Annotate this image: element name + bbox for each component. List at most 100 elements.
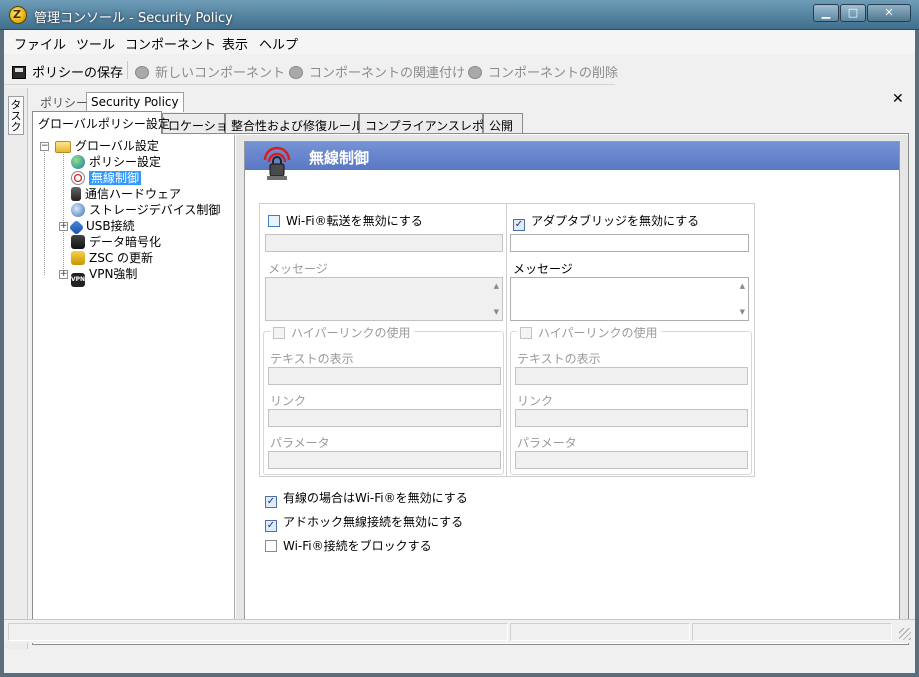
wifi-transfer-message-field[interactable]: ▲ ▼ xyxy=(265,277,503,321)
main-pane: − グローバル設定 ポリシー設定 無線制御 通信ハードウェア ストレージデバイス… xyxy=(32,133,909,645)
disable-wifi-transfer-checkbox[interactable]: Wi-Fi®転送を無効にする xyxy=(268,212,423,229)
use-hyperlink-checkbox[interactable]: ハイパーリンクの使用 xyxy=(270,324,414,341)
disable-adhoc-checkbox[interactable]: ✓ アドホック無線接続を無効にする xyxy=(265,513,463,532)
tree-guide xyxy=(63,151,64,275)
checkbox-icon xyxy=(273,327,285,339)
minimize-button[interactable]: ▁ xyxy=(813,4,839,22)
message-label: メッセージ xyxy=(268,262,328,276)
vpn-icon: VPN xyxy=(71,273,85,287)
save-policy-button[interactable]: ポリシーの保存 xyxy=(12,62,123,81)
adapter-bridge-group: ✓ アダプタブリッジを無効にする メッセージ ▲ ▼ ハイパーリンクの使用 テキス… xyxy=(506,203,755,477)
update-icon xyxy=(71,251,85,265)
wireless-icon xyxy=(71,171,85,185)
tree-item-policy-settings[interactable]: ポリシー設定 xyxy=(71,154,161,170)
tree-guide xyxy=(44,147,45,275)
menu-bar: ファイル ツール コンポーネント 表示 ヘルプ xyxy=(4,30,915,54)
scroll-down-icon[interactable]: ▼ xyxy=(494,308,499,316)
tree-root-label: グローバル設定 xyxy=(75,139,159,153)
tree-item-zsc-update[interactable]: ZSC の更新 xyxy=(71,250,153,266)
display-text-field[interactable] xyxy=(515,367,748,385)
status-cell xyxy=(510,623,690,641)
checkbox-icon xyxy=(268,215,280,227)
policy-tab[interactable]: ポリシー Security Policy xyxy=(32,90,184,112)
link-label: リンク xyxy=(270,394,307,408)
tree-item-hardware[interactable]: 通信ハードウェア xyxy=(71,186,181,202)
save-icon xyxy=(12,66,26,79)
tree-item-storage[interactable]: ストレージデバイス制御 xyxy=(71,202,220,218)
expand-icon[interactable]: + xyxy=(59,270,68,279)
delete-component-icon xyxy=(468,66,482,79)
checkbox-icon: ✓ xyxy=(265,496,277,508)
wifi-transfer-title-field[interactable] xyxy=(265,234,503,252)
menu-tools[interactable]: ツール xyxy=(76,34,115,53)
hyperlink-group: ハイパーリンクの使用 テキストの表示 リンク パラメータ xyxy=(510,324,752,475)
checkbox-icon xyxy=(265,540,277,552)
associate-icon xyxy=(289,66,303,79)
task-panel: タスク xyxy=(4,88,28,649)
settings-panel: 無線制御 Wi-Fi®転送を無効にする メッセージ ▲ ▼ ハイパーリンクの使用… xyxy=(236,135,908,643)
wireless-lock-icon xyxy=(263,146,291,180)
toolbar: ポリシーの保存 新しいコンポーネント コンポーネントの関連付け コンポーネントの… xyxy=(4,55,618,85)
folder-icon xyxy=(55,141,71,153)
menu-file[interactable]: ファイル xyxy=(14,34,66,53)
tree-item-encryption[interactable]: データ暗号化 xyxy=(71,234,161,250)
adapter-bridge-title-field[interactable] xyxy=(510,234,749,252)
tab-global-policy[interactable]: グローバルポリシー設定 xyxy=(32,111,170,134)
storage-icon xyxy=(71,203,85,217)
disable-adapter-bridge-checkbox[interactable]: ✓ アダプタブリッジを無効にする xyxy=(513,212,699,231)
new-component-button[interactable]: 新しいコンポーネント xyxy=(135,62,285,81)
task-panel-tab[interactable]: タスク xyxy=(8,96,24,135)
parameter-field[interactable] xyxy=(268,451,501,469)
menu-components[interactable]: コンポーネント xyxy=(125,34,216,53)
link-field[interactable] xyxy=(268,409,501,427)
link-field[interactable] xyxy=(515,409,748,427)
link-label: リンク xyxy=(517,394,554,408)
status-cell xyxy=(8,623,508,641)
checkbox-icon xyxy=(520,327,532,339)
message-label: メッセージ xyxy=(513,262,573,276)
title-bar[interactable]: Z 管理コンソール - Security Policy ▁ □ ✕ xyxy=(0,0,919,30)
resize-grip[interactable] xyxy=(899,628,911,640)
collapse-icon[interactable]: − xyxy=(40,142,49,151)
tab-integrity-rules[interactable]: 整合性および修復ルール xyxy=(225,113,363,133)
display-text-field[interactable] xyxy=(268,367,501,385)
expand-icon[interactable]: + xyxy=(59,222,68,231)
wireless-control-page: 無線制御 Wi-Fi®転送を無効にする メッセージ ▲ ▼ ハイパーリンクの使用… xyxy=(244,141,900,636)
page-title: 無線制御 xyxy=(309,149,370,167)
globe-icon xyxy=(71,155,85,169)
tab-locations[interactable]: ロケーション xyxy=(162,113,240,133)
policy-label: ポリシー xyxy=(40,96,89,110)
delete-component-button[interactable]: コンポーネントの削除 xyxy=(468,62,618,81)
associate-component-button[interactable]: コンポーネントの関連付け xyxy=(289,62,465,81)
tab-compliance-report[interactable]: コンプライアンスレポート xyxy=(359,113,508,133)
window-title: 管理コンソール - Security Policy xyxy=(34,11,233,26)
menu-help[interactable]: ヘルプ xyxy=(259,34,298,53)
close-button[interactable]: ✕ xyxy=(867,4,911,22)
menu-view[interactable]: 表示 xyxy=(222,34,248,53)
app-icon: Z xyxy=(9,6,27,24)
encryption-icon xyxy=(71,235,85,249)
close-policy-icon[interactable]: ✕ xyxy=(892,91,904,107)
tree-item-wireless[interactable]: 無線制御 xyxy=(71,170,142,186)
status-bar xyxy=(4,619,915,643)
toolbar-separator xyxy=(127,61,128,79)
scroll-down-icon[interactable]: ▼ xyxy=(740,308,745,316)
usb-icon xyxy=(68,219,85,236)
page-header: 無線制御 xyxy=(245,142,899,170)
policy-name: Security Policy xyxy=(86,92,184,112)
parameter-label: パラメータ xyxy=(517,436,577,450)
checkbox-icon: ✓ xyxy=(265,520,277,532)
tab-publish[interactable]: 公開 xyxy=(483,113,523,133)
scroll-up-icon[interactable]: ▲ xyxy=(740,282,745,290)
wifi-transfer-group: Wi-Fi®転送を無効にする メッセージ ▲ ▼ ハイパーリンクの使用 テキスト… xyxy=(259,203,507,477)
settings-tree: − グローバル設定 ポリシー設定 無線制御 通信ハードウェア ストレージデバイス… xyxy=(34,135,235,643)
display-text-label: テキストの表示 xyxy=(270,352,354,366)
scroll-up-icon[interactable]: ▲ xyxy=(494,282,499,290)
use-hyperlink-checkbox[interactable]: ハイパーリンクの使用 xyxy=(517,324,661,341)
parameter-field[interactable] xyxy=(515,451,748,469)
maximize-button[interactable]: □ xyxy=(840,4,866,22)
block-wifi-checkbox[interactable]: Wi-Fi®接続をブロックする xyxy=(265,537,432,554)
checkbox-icon: ✓ xyxy=(513,219,525,231)
disable-wifi-when-wired-checkbox[interactable]: ✓ 有線の場合はWi-Fi®を無効にする xyxy=(265,489,468,508)
adapter-bridge-message-field[interactable]: ▲ ▼ xyxy=(510,277,749,321)
